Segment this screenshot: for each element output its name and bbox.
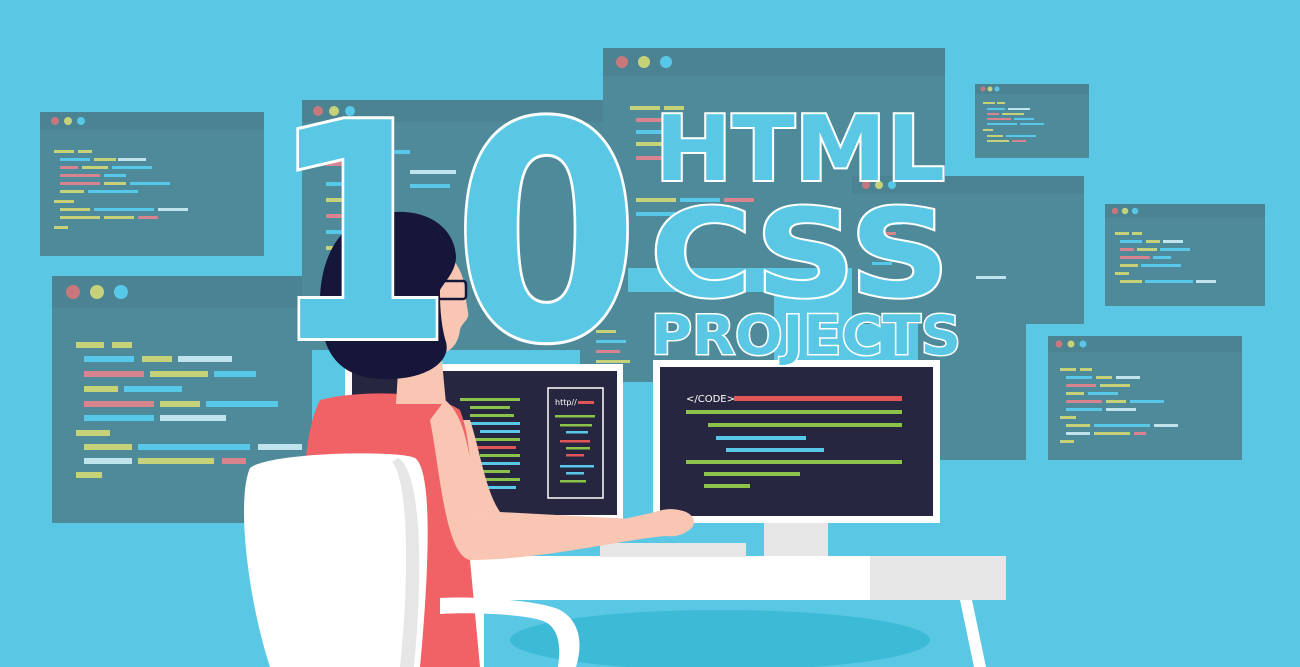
hero-illustration: http// </CODE> 10 HTML CSS PROJECTS (0, 0, 1300, 667)
code-window-7 (1105, 204, 1265, 306)
headline-projects: PROJECTS (651, 304, 961, 367)
scene-svg: http// </CODE> 10 HTML CSS PROJECTS (40, 48, 1265, 667)
code-window-8 (1048, 336, 1242, 460)
code-tag-label: </CODE> (686, 394, 735, 405)
headline: 10 HTML CSS PROJECTS (266, 57, 963, 412)
monitor-right (653, 360, 940, 566)
code-window-1 (40, 112, 264, 256)
code-window-5 (975, 84, 1089, 158)
headline-number: 10 (269, 60, 639, 409)
